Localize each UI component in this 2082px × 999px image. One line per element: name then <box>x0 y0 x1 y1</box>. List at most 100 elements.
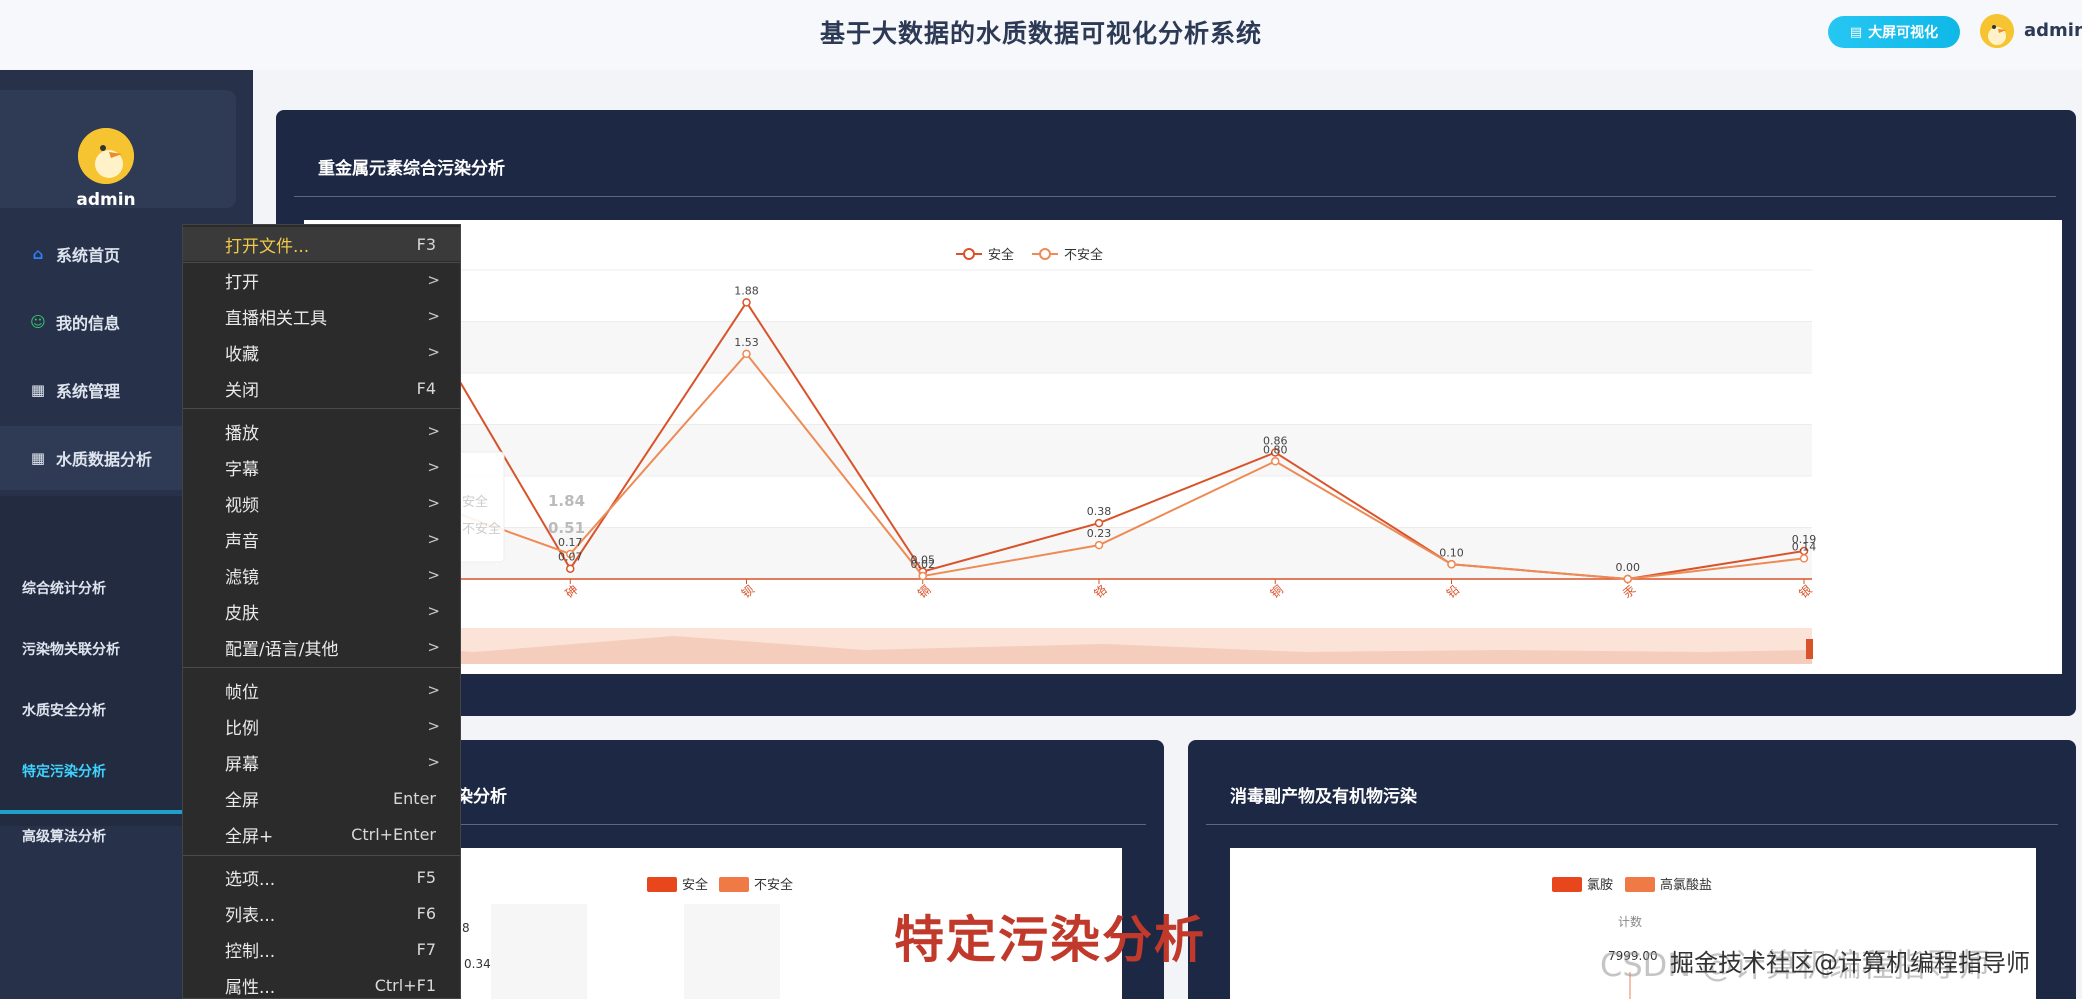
menu-item-filters[interactable]: 滤镜 > <box>183 558 460 592</box>
menu-label: 控制... <box>225 941 276 962</box>
menu-label: 视频 <box>225 495 259 516</box>
axis-tick-label: 8 <box>462 921 470 935</box>
bar-background <box>491 904 587 999</box>
submenu-item-specific-pollution[interactable]: 特定污染分析 <box>22 761 106 781</box>
chevron-right-icon: > <box>427 458 440 476</box>
grid-icon: ▦ <box>30 449 46 467</box>
menu-label: 关闭 <box>225 380 259 401</box>
menu-item-frame[interactable]: 帧位 > <box>183 673 460 707</box>
menu-label: 屏幕 <box>225 754 259 775</box>
x-tick-label: 镉 <box>915 582 933 600</box>
tooltip-value: 1.84 <box>548 492 585 510</box>
menu-item-subtitles[interactable]: 字幕 > <box>183 450 460 484</box>
legend-marker-unsafe <box>1039 248 1051 260</box>
chevron-right-icon: > <box>427 753 440 771</box>
sidebar-item-label: 系统管理 <box>56 382 121 401</box>
grid-band <box>304 424 1812 476</box>
legend-label-chloramine: 氯胺 <box>1587 878 1613 893</box>
context-menu: 打开文件... F3 打开 > 直播相关工具 > 收藏 > 关闭 F4 播放 > 字幕 > 视… <box>182 224 461 999</box>
menu-separator <box>183 667 460 668</box>
data-point <box>1094 540 1104 550</box>
menu-label: 比例 <box>225 718 259 739</box>
profile-avatar <box>78 128 134 184</box>
menu-item-skin[interactable]: 皮肤 > <box>183 594 460 628</box>
menu-label: 直播相关工具 <box>225 308 327 329</box>
x-tick-label: 汞 <box>1620 582 1638 600</box>
data-point <box>1623 574 1632 584</box>
chevron-right-icon: > <box>427 717 440 735</box>
menu-item-live-tools[interactable]: 直播相关工具 > <box>183 299 460 333</box>
legend-swatch-perchlorate <box>1625 877 1655 892</box>
menu-item-options[interactable]: 选项... F5 <box>183 860 460 894</box>
home-icon: ⌂ <box>32 245 44 263</box>
menu-item-open-file[interactable]: 打开文件... F3 <box>183 227 460 261</box>
chevron-right-icon: > <box>427 494 440 512</box>
data-label: 0.02 <box>911 558 936 571</box>
menu-item-fullscreen[interactable]: 全屏 Enter <box>183 781 460 815</box>
data-point <box>1799 554 1809 563</box>
header-username[interactable]: admin <box>2024 20 2082 41</box>
menu-label: 帧位 <box>225 682 259 703</box>
menu-separator <box>183 855 460 856</box>
menu-label: 全屏+ <box>225 826 274 847</box>
menu-item-screen[interactable]: 屏幕 > <box>183 745 460 779</box>
menu-shortcut: Ctrl+Enter <box>351 824 436 844</box>
chevron-right-icon: > <box>427 566 440 584</box>
menu-item-fullscreen-plus[interactable]: 全屏+ Ctrl+Enter <box>183 817 460 851</box>
data-point <box>742 349 751 359</box>
x-tick-label: 铬 <box>1091 582 1110 601</box>
legend-label-unsafe: 不安全 <box>754 877 793 893</box>
menu-item-open[interactable]: 打开 > <box>183 263 460 297</box>
submenu-item-advanced[interactable]: 高级算法分析 <box>22 826 106 846</box>
menu-label: 全屏 <box>225 790 259 811</box>
chevron-right-icon: > <box>427 422 440 440</box>
menu-item-properties[interactable]: 属性... Ctrl+F1 <box>183 968 460 999</box>
data-label: 0.10 <box>1439 546 1464 559</box>
data-label: 0.00 <box>1616 561 1641 574</box>
menu-shortcut: F3 <box>416 234 436 254</box>
menu-label: 配置/语言/其他 <box>225 639 339 660</box>
menu-separator <box>183 408 460 409</box>
watermark: 掘金技术社区@计算机编程指导师 <box>1670 949 2030 977</box>
menu-item-favorites[interactable]: 收藏 > <box>183 335 460 369</box>
menu-item-audio[interactable]: 声音 > <box>183 522 460 556</box>
data-point <box>1271 457 1280 466</box>
data-point <box>1094 518 1104 528</box>
menu-item-ratio[interactable]: 比例 > <box>183 709 460 743</box>
x-tick-label: 银 <box>1796 582 1814 600</box>
x-tick-label: 砷 <box>563 582 581 600</box>
menu-item-close[interactable]: 关闭 F4 <box>183 371 460 405</box>
chevron-right-icon: > <box>427 530 440 548</box>
menu-label: 声音 <box>225 531 259 552</box>
panel-divider <box>294 196 2056 197</box>
menu-shortcut: Ctrl+F1 <box>374 975 436 995</box>
menu-item-video[interactable]: 视频 > <box>183 486 460 520</box>
big-screen-button[interactable]: ▤ 大屏可视化 <box>1828 16 1960 48</box>
menu-label: 列表... <box>225 905 276 926</box>
menu-label: 滤镜 <box>225 567 259 588</box>
top-header: 基于大数据的水质数据可视化分析系统 ▤ 大屏可视化 admin <box>0 0 2082 70</box>
menu-label: 选项... <box>225 869 276 890</box>
menu-label: 皮肤 <box>225 603 259 624</box>
data-label: 0.23 <box>1087 527 1112 540</box>
profile-card: admin <box>0 90 236 210</box>
chevron-right-icon: > <box>427 602 440 620</box>
data-label: 1.53 <box>734 336 759 349</box>
menu-item-config[interactable]: 配置/语言/其他 > <box>183 630 460 664</box>
submenu-item-correlation[interactable]: 污染物关联分析 <box>22 639 120 659</box>
avatar[interactable] <box>1980 14 2014 48</box>
heavy-metal-line-chart: 度砷钡镉铬铜铅汞银0.070.171.881.530.050.020.380.2… <box>304 240 1816 664</box>
menu-item-play[interactable]: 播放 > <box>183 414 460 448</box>
big-screen-label: 大屏可视化 <box>1868 25 1939 41</box>
menu-item-control[interactable]: 控制... F7 <box>183 932 460 966</box>
menu-item-playlist[interactable]: 列表... F6 <box>183 896 460 930</box>
submenu-item-summary[interactable]: 综合统计分析 <box>22 578 106 598</box>
data-label: 0.34 <box>464 957 491 971</box>
grid-band <box>304 321 1812 373</box>
data-point <box>1447 560 1456 569</box>
tooltip-label: 安全 <box>462 494 488 510</box>
submenu-item-safety[interactable]: 水质安全分析 <box>22 700 106 720</box>
profile-name: admin <box>76 190 136 210</box>
menu-label: 属性... <box>225 977 276 998</box>
chevron-right-icon: > <box>427 343 440 361</box>
